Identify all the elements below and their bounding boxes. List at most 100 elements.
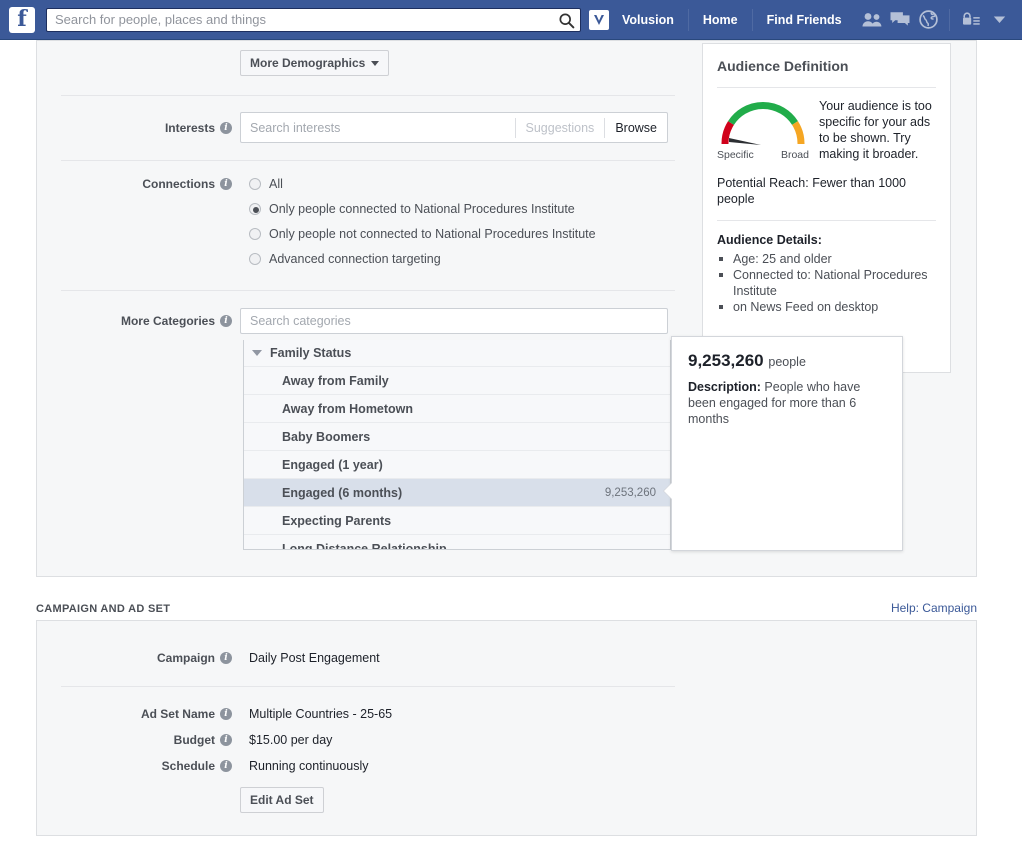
interests-label-group: Interests i bbox=[37, 112, 240, 143]
info-icon-more-categories[interactable]: i bbox=[220, 315, 232, 327]
volusion-logo-icon bbox=[589, 9, 609, 30]
account-chevron-down-icon[interactable] bbox=[985, 7, 1013, 33]
list-item[interactable]: Engaged (1 year) bbox=[244, 451, 670, 479]
tooltip-description-label: Description: bbox=[688, 380, 761, 394]
tooltip-count-unit: people bbox=[768, 355, 806, 369]
ad-set-name-label: Ad Set Name bbox=[140, 707, 215, 721]
facebook-logo-icon[interactable]: f bbox=[9, 6, 35, 33]
interests-field[interactable]: Search interests Suggestions Browse bbox=[240, 112, 668, 143]
audience-definition-title: Audience Definition bbox=[717, 58, 849, 74]
radio-icon[interactable] bbox=[249, 253, 261, 265]
radio-icon[interactable] bbox=[249, 178, 261, 190]
category-item-label: Engaged (6 months) bbox=[282, 485, 403, 500]
list-item-selected[interactable]: Engaged (6 months) 9,253,260 bbox=[244, 479, 670, 507]
volusion-label[interactable]: Volusion bbox=[615, 9, 681, 31]
notifications-globe-icon[interactable] bbox=[914, 7, 942, 33]
privacy-lock-icon[interactable] bbox=[957, 7, 985, 33]
category-item-label: Long Distance Relationship bbox=[282, 541, 447, 550]
more-categories-label-group: More Categories i bbox=[37, 308, 240, 334]
tooltip-count: 9,253,260 people bbox=[688, 351, 886, 371]
more-demographics-label: More Demographics bbox=[250, 56, 366, 70]
connections-option-label: Only people not connected to National Pr… bbox=[269, 227, 596, 241]
category-item-count: 9,253,260 bbox=[604, 486, 656, 499]
audience-details-title: Audience Details: bbox=[717, 233, 822, 247]
messages-icon[interactable] bbox=[886, 7, 914, 33]
more-categories-label: More Categories bbox=[120, 314, 215, 328]
interests-label: Interests bbox=[164, 120, 215, 135]
gauge-label-broad: Broad bbox=[780, 149, 809, 161]
info-icon-connections[interactable]: i bbox=[220, 177, 232, 190]
more-demographics-button[interactable]: More Demographics bbox=[240, 50, 390, 76]
ad-set-name-value: Multiple Countries - 25-65 bbox=[249, 707, 393, 721]
interests-browse-button[interactable]: Browse bbox=[605, 121, 667, 135]
campaign-label-group: Campaign i bbox=[37, 651, 240, 665]
info-icon-schedule[interactable]: i bbox=[220, 760, 232, 772]
campaign-section-title: CAMPAIGN AND AD SET bbox=[36, 603, 171, 615]
list-item[interactable]: Away from Family bbox=[244, 367, 670, 395]
schedule-label-group: Schedule i bbox=[37, 759, 240, 773]
nav-icon-group bbox=[858, 7, 1013, 33]
category-item-label: Away from Family bbox=[282, 373, 389, 388]
category-group-label: Family Status bbox=[270, 346, 352, 360]
edit-ad-set-button[interactable]: Edit Ad Set bbox=[240, 787, 324, 813]
category-group-family-status[interactable]: Family Status bbox=[244, 340, 670, 367]
budget-value: $15.00 per day bbox=[249, 733, 333, 747]
gauge-icon bbox=[721, 102, 805, 145]
more-categories-field[interactable]: Search categories bbox=[240, 308, 668, 334]
list-item[interactable]: Away from Hometown bbox=[244, 395, 670, 423]
list-item[interactable]: Long Distance Relationship bbox=[244, 535, 670, 550]
audience-definition-card: Audience Definition Specific Broad Your … bbox=[702, 43, 951, 373]
audience-detail-item: on News Feed on desktop bbox=[717, 299, 936, 315]
budget-label: Budget bbox=[173, 733, 215, 747]
connections-option-advanced[interactable]: Advanced connection targeting bbox=[249, 249, 596, 269]
list-item[interactable]: Baby Boomers bbox=[244, 423, 670, 451]
schedule-label: Schedule bbox=[161, 759, 215, 773]
category-item-label: Baby Boomers bbox=[282, 429, 371, 444]
interests-suggestions-button[interactable]: Suggestions bbox=[516, 121, 605, 135]
list-item[interactable]: Expecting Parents bbox=[244, 507, 670, 535]
connections-option-not-connected[interactable]: Only people not connected to National Pr… bbox=[249, 224, 596, 244]
facebook-top-navigation-bar: f Volusion Home Find Friends bbox=[0, 0, 1022, 40]
connections-option-connected[interactable]: Only people connected to National Proced… bbox=[249, 199, 596, 219]
audience-divider bbox=[717, 87, 936, 88]
radio-icon-selected[interactable] bbox=[249, 203, 261, 215]
campaign-value: Daily Post Engagement bbox=[249, 651, 380, 665]
triangle-down-icon bbox=[252, 350, 262, 356]
nav-link-home[interactable]: Home bbox=[696, 9, 745, 31]
audience-divider-2 bbox=[717, 220, 936, 221]
more-categories-input-placeholder[interactable]: Search categories bbox=[241, 314, 667, 328]
audience-details-list: Age: 25 and older Connected to: National… bbox=[717, 251, 936, 315]
search-icon[interactable] bbox=[558, 12, 575, 29]
interests-input-placeholder[interactable]: Search interests bbox=[241, 121, 515, 135]
gauge-labels: Specific Broad bbox=[717, 149, 809, 161]
category-item-label: Away from Hometown bbox=[282, 401, 414, 416]
category-tooltip-popup: 9,253,260 people Description: People who… bbox=[664, 336, 903, 551]
info-icon-budget[interactable]: i bbox=[220, 734, 232, 746]
campaign-label: Campaign bbox=[156, 651, 215, 665]
connections-option-label: Only people connected to National Proced… bbox=[269, 202, 575, 216]
categories-dropdown-list[interactable]: Family Status Away from Family Away from… bbox=[243, 340, 671, 550]
audience-message: Your audience is too specific for your a… bbox=[819, 99, 932, 161]
audience-gauge: Specific Broad bbox=[717, 98, 809, 162]
radio-icon[interactable] bbox=[249, 228, 261, 240]
friend-requests-icon[interactable] bbox=[858, 7, 886, 33]
audience-detail-item: Age: 25 and older bbox=[717, 251, 936, 267]
global-search-box[interactable] bbox=[46, 7, 581, 32]
chevron-down-icon bbox=[371, 60, 380, 66]
tooltip-description: Description: People who have been engage… bbox=[688, 379, 886, 427]
budget-label-group: Budget i bbox=[37, 733, 240, 747]
volusion-brand-link[interactable]: Volusion bbox=[589, 9, 681, 31]
info-icon-ad-set-name[interactable]: i bbox=[220, 708, 232, 720]
gauge-label-specific: Specific bbox=[717, 149, 754, 161]
help-campaign-link[interactable]: Help: Campaign bbox=[891, 601, 977, 615]
connections-option-label: All bbox=[269, 177, 283, 191]
connections-label-group: Connections i bbox=[37, 174, 240, 193]
nav-link-find-friends[interactable]: Find Friends bbox=[760, 9, 849, 31]
info-icon-campaign[interactable]: i bbox=[220, 652, 232, 664]
category-item-label: Engaged (1 year) bbox=[282, 457, 383, 472]
connections-option-all[interactable]: All bbox=[249, 174, 596, 194]
nav-divider-1 bbox=[687, 8, 689, 31]
search-input[interactable] bbox=[47, 8, 580, 31]
audience-gauge-row: Specific Broad Your audience is too spec… bbox=[717, 98, 936, 162]
info-icon-interests[interactable]: i bbox=[220, 121, 232, 134]
